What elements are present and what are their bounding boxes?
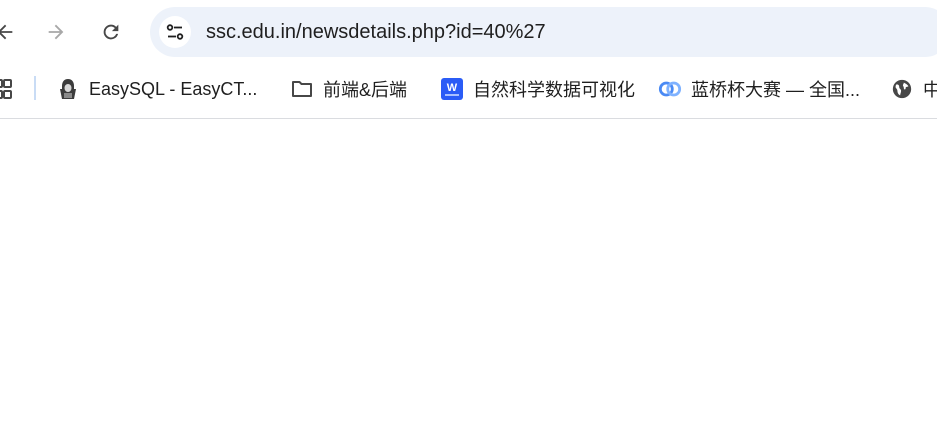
- arrow-right-icon: [48, 24, 64, 40]
- bookmarks-bar: EasySQL - EasyCT... 前端&后端 W 自然科学数据可视化 蓝桥…: [0, 66, 937, 119]
- bookmark-folder-frontend-backend[interactable]: 前端&后端: [290, 76, 407, 102]
- bookmark-data-visualization[interactable]: W 自然科学数据可视化: [440, 76, 635, 102]
- bookmark-label: 蓝桥杯大赛 — 全国...: [691, 80, 861, 100]
- reload-icon: [103, 24, 119, 40]
- bookmark-label: 前端&后端: [323, 80, 408, 100]
- bookmarks-separator: [34, 76, 36, 100]
- apps-grid-icon: [0, 79, 12, 99]
- reload-button[interactable]: [94, 15, 128, 49]
- page-content: [0, 119, 937, 445]
- word-doc-icon: W: [440, 77, 464, 101]
- browser-toolbar: ssc.edu.in/newsdetails.php?id=40%27: [0, 0, 937, 66]
- back-button[interactable]: [0, 15, 22, 49]
- apps-button[interactable]: [0, 76, 12, 102]
- address-bar[interactable]: ssc.edu.in/newsdetails.php?id=40%27: [150, 7, 937, 57]
- bookmark-globe-site[interactable]: 中: [890, 76, 937, 102]
- bookmark-lanqiao[interactable]: 蓝桥杯大赛 — 全国...: [658, 76, 860, 102]
- globe-icon: [890, 77, 914, 101]
- bookmark-label: 中: [923, 80, 937, 100]
- forward-button[interactable]: [39, 15, 73, 49]
- arrow-left-icon: [0, 24, 13, 40]
- svg-text:W: W: [447, 82, 458, 94]
- lanqiao-logo-icon: [658, 77, 682, 101]
- url-text[interactable]: ssc.edu.in/newsdetails.php?id=40%27: [206, 20, 546, 44]
- bookmark-label: EasySQL - EasyCT...: [89, 78, 258, 99]
- bookmark-easysql[interactable]: EasySQL - EasyCT...: [56, 76, 257, 102]
- folder-icon: [290, 77, 314, 101]
- tune-icon: [166, 24, 184, 40]
- bookmark-label: 自然科学数据可视化: [473, 80, 635, 100]
- site-info-button[interactable]: [159, 16, 191, 48]
- hacker-avatar-icon: [56, 77, 80, 101]
